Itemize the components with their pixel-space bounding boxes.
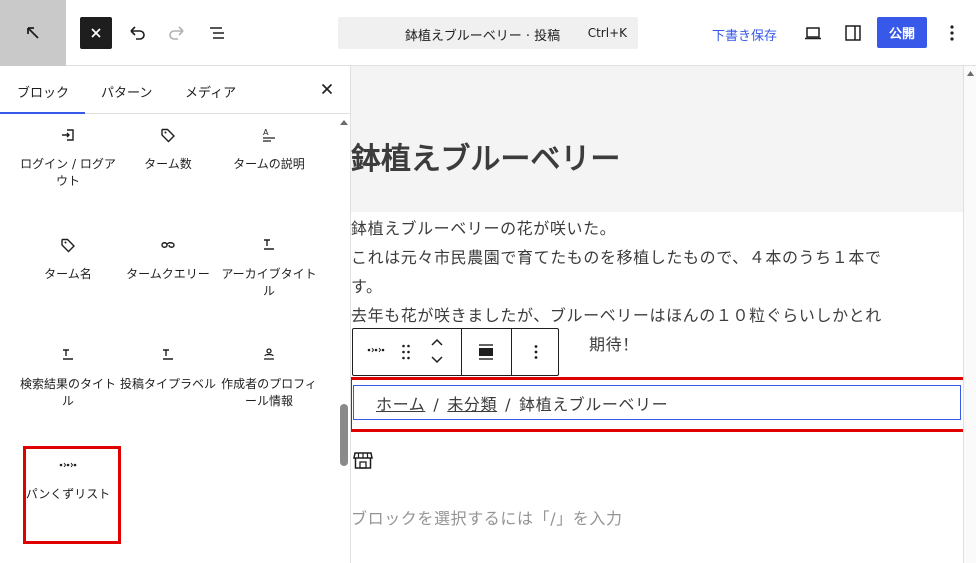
post-title[interactable]: 鉢植えブルーベリー bbox=[351, 134, 620, 178]
toolbar-divider bbox=[461, 329, 462, 375]
align-button[interactable] bbox=[478, 343, 494, 361]
block-label: 作成者のプロフィール情報 bbox=[221, 377, 317, 408]
publish-button[interactable]: 公開 bbox=[877, 17, 927, 48]
block-label: 投稿タイプラベル bbox=[119, 377, 216, 391]
block-author-biography[interactable]: 作成者のプロフィール情報 bbox=[219, 342, 319, 410]
block-label: タームクエリー bbox=[126, 267, 210, 281]
block-label: アーカイブタイトル bbox=[221, 267, 317, 298]
block-label: ターム名 bbox=[44, 267, 92, 281]
scroll-thumb[interactable] bbox=[340, 404, 348, 466]
editor-canvas: 鉢植えブルーベリー 鉢植えブルーベリーの花が咲いた。 これは元々市民農園で育てた… bbox=[351, 66, 976, 563]
breadcrumb-current: 鉢植えブルーベリー bbox=[519, 395, 669, 414]
undo-icon bbox=[130, 26, 145, 40]
document-title: 鉢植えブルーベリー · 投稿 bbox=[405, 29, 561, 44]
block-label: ターム数 bbox=[144, 157, 192, 171]
settings-sidebar-toggle[interactable] bbox=[837, 17, 869, 49]
block-search-results-title[interactable]: 検索結果のタイトル bbox=[18, 342, 118, 410]
back-button[interactable] bbox=[0, 0, 66, 66]
align-center-icon bbox=[479, 344, 493, 360]
scroll-up-icon bbox=[967, 71, 974, 76]
store-icon bbox=[353, 452, 373, 469]
paragraph-line[interactable]: これは元々市民農園で育てたものを移植したもので、４本のうち１本で bbox=[351, 244, 882, 268]
inserter-scrollbar[interactable] bbox=[337, 114, 349, 563]
breadcrumb-separator: / bbox=[433, 395, 440, 414]
title-icon bbox=[163, 349, 173, 360]
inserter-tabs: ブロック パターン メディア bbox=[0, 66, 350, 114]
move-up-button[interactable] bbox=[430, 337, 444, 347]
block-term-count[interactable]: ターム数 bbox=[118, 122, 218, 173]
block-term-query[interactable]: タームクエリー bbox=[118, 232, 218, 283]
command-palette-bar[interactable]: 鉢植えブルーベリー · 投稿 Ctrl+K bbox=[338, 17, 638, 49]
paragraph-line[interactable]: 去年も花が咲きましたが、ブルーベリーはほんの１０粒ぐらいしかとれ bbox=[351, 302, 882, 326]
block-toolbar bbox=[352, 328, 559, 376]
close-inserter-button[interactable] bbox=[316, 78, 338, 100]
options-button[interactable] bbox=[936, 17, 968, 49]
term-description-icon: A bbox=[263, 128, 275, 142]
arrow-up-left-icon bbox=[27, 27, 39, 39]
drag-handle[interactable] bbox=[401, 344, 411, 360]
editor-header: 鉢植えブルーベリー · 投稿 Ctrl+K 下書き保存 公開 bbox=[0, 0, 976, 66]
block-term-description[interactable]: A タームの説明 bbox=[219, 122, 319, 173]
block-term-name[interactable]: ターム名 bbox=[18, 232, 118, 283]
title-icon bbox=[63, 349, 73, 360]
block-options-button[interactable] bbox=[533, 344, 539, 360]
preview-button[interactable] bbox=[797, 17, 829, 49]
sidebar-icon bbox=[845, 25, 861, 41]
shortcut-hint: Ctrl+K bbox=[587, 26, 627, 40]
block-label: 検索結果のタイトル bbox=[19, 377, 116, 408]
block-type-button[interactable] bbox=[367, 345, 385, 355]
block-label: ログイン / ログアウト bbox=[20, 157, 116, 188]
active-tab-indicator bbox=[0, 112, 85, 114]
tab-patterns[interactable]: パターン bbox=[101, 82, 152, 101]
toolbar-divider bbox=[511, 329, 512, 375]
login-icon bbox=[62, 129, 74, 141]
block-inserter-panel: ブロック パターン メディア ログイン / ログアウト ターム数 A タームの説… bbox=[0, 66, 351, 563]
block-appender[interactable] bbox=[353, 451, 373, 473]
close-icon bbox=[321, 83, 333, 95]
paragraph-line[interactable]: 鉢植えブルーベリーの花が咲いた。 bbox=[351, 215, 616, 239]
breadcrumbs-icon bbox=[367, 347, 385, 353]
more-vertical-icon bbox=[534, 345, 538, 359]
chevron-down-icon bbox=[431, 356, 443, 364]
paragraph-line[interactable]: 期待！ bbox=[589, 331, 639, 355]
tag-icon bbox=[61, 238, 75, 253]
tab-blocks[interactable]: ブロック bbox=[17, 82, 69, 101]
tab-media[interactable]: メディア bbox=[185, 82, 236, 101]
term-query-icon bbox=[161, 242, 175, 248]
breadcrumb-category-link[interactable]: 未分類 bbox=[447, 395, 497, 414]
block-post-type-label[interactable]: 投稿タイプラベル bbox=[118, 342, 218, 393]
document-overview-button[interactable] bbox=[201, 17, 233, 49]
save-draft-button[interactable]: 下書き保存 bbox=[712, 25, 777, 44]
author-icon bbox=[264, 348, 274, 360]
block-inserter-toggle[interactable] bbox=[80, 17, 112, 49]
undo-button[interactable] bbox=[121, 17, 153, 49]
breadcrumb-home-link[interactable]: ホーム bbox=[376, 395, 425, 414]
breadcrumbs-highlight bbox=[23, 446, 121, 544]
chevron-up-icon bbox=[431, 338, 443, 346]
close-icon bbox=[91, 28, 101, 38]
title-icon bbox=[264, 239, 274, 250]
default-block-appender[interactable]: ブロックを選択するには「/」を入力 bbox=[351, 505, 623, 529]
breadcrumb-separator: / bbox=[505, 395, 512, 414]
redo-icon bbox=[169, 26, 184, 40]
drag-handle-icon bbox=[402, 344, 410, 360]
block-label: タームの説明 bbox=[233, 157, 305, 171]
more-vertical-icon bbox=[950, 25, 954, 41]
move-down-button[interactable] bbox=[430, 355, 444, 365]
tag-icon bbox=[161, 128, 175, 143]
redo-button[interactable] bbox=[161, 17, 193, 49]
svg-text:A: A bbox=[263, 128, 269, 137]
scroll-up-icon bbox=[340, 120, 348, 125]
paragraph-line[interactable]: す。 bbox=[351, 273, 383, 297]
block-archive-title[interactable]: アーカイブタイトル bbox=[219, 232, 319, 300]
block-login-logout[interactable]: ログイン / ログアウト bbox=[18, 122, 118, 190]
laptop-icon bbox=[805, 27, 821, 40]
breadcrumbs: ホーム / 未分類 / 鉢植えブルーベリー bbox=[376, 391, 668, 415]
list-view-icon bbox=[210, 27, 224, 39]
canvas-scrollbar[interactable] bbox=[963, 66, 976, 563]
